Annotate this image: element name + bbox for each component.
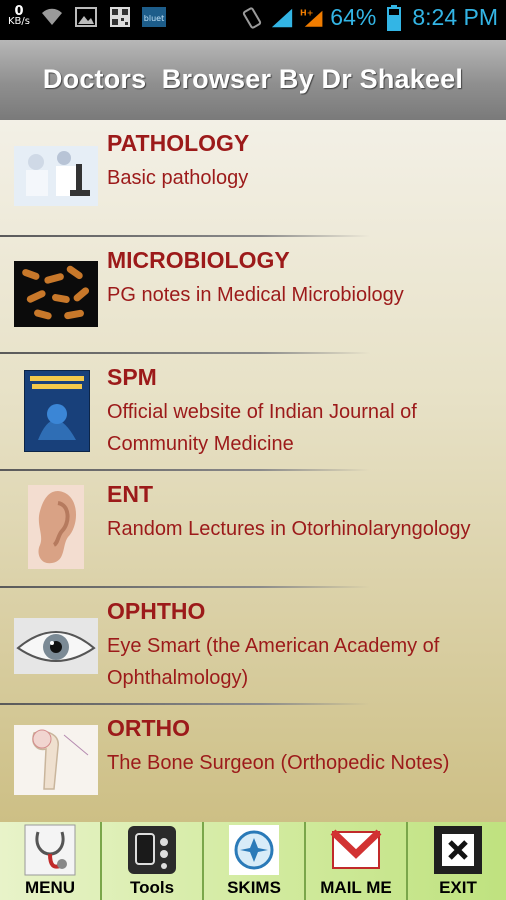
item-subtitle: Eye Smart (the American Academy of Ophth…: [107, 635, 440, 689]
signal-hplus-icon: H+: [300, 7, 324, 29]
exit-button[interactable]: EXIT: [408, 822, 506, 900]
skims-label: SKIMS: [227, 878, 281, 897]
svg-text:H+: H+: [300, 8, 313, 17]
item-title: SPM: [107, 364, 157, 390]
clock-time: 8:24 PM: [412, 4, 498, 30]
item-subtitle: Official website of Indian Journal of Co…: [107, 401, 417, 455]
skims-button[interactable]: SKIMS: [204, 822, 306, 900]
item-subtitle: Random Lectures in Otorhinolaryngology: [107, 518, 471, 540]
phone-tools-icon: [126, 824, 178, 876]
item-title: PATHOLOGY: [107, 130, 250, 156]
item-subtitle: The Bone Surgeon (Orthopedic Notes): [107, 752, 450, 774]
menu-button[interactable]: MENU: [0, 822, 102, 900]
qr-icon: [108, 6, 132, 28]
community-medicine-book-image: [23, 369, 91, 454]
list-item-ortho[interactable]: ORTHO The Bone Surgeon (Orthopedic Notes…: [0, 705, 506, 822]
tools-button[interactable]: Tools: [102, 822, 204, 900]
bluetooth-app-icon: bluet: [142, 6, 166, 28]
bone-xray-image: [14, 725, 98, 797]
list-item-ent[interactable]: ENT Random Lectures in Otorhinolaryngolo…: [0, 471, 506, 588]
battery-icon: [382, 4, 406, 31]
gmail-icon: [330, 824, 382, 876]
microscope-lab-image: [14, 146, 98, 220]
app-title: Doctors Browser By Dr Shakeel: [42, 64, 464, 94]
list-item-pathology[interactable]: PATHOLOGY Basic pathology: [0, 120, 506, 237]
exit-label: EXIT: [439, 878, 477, 897]
mail-me-button[interactable]: MAIL ME: [306, 822, 408, 900]
signal-icon: [270, 7, 294, 29]
mail-me-label: MAIL ME: [320, 878, 392, 897]
item-title: MICROBIOLOGY: [107, 247, 290, 273]
data-speed-indicator: 0 KB/s: [8, 5, 30, 27]
item-subtitle: Basic pathology: [107, 167, 249, 189]
bottom-nav-bar: MENU Tools SKIMS MAIL ME EXIT: [0, 822, 506, 900]
exit-x-icon: [432, 824, 484, 876]
eye-image: [14, 618, 98, 676]
list-item-spm[interactable]: SPM Official website of Indian Journal o…: [0, 354, 506, 471]
battery-percent: 64%: [330, 4, 377, 30]
item-title: OPHTHO: [107, 598, 206, 624]
app-title-bar: Doctors Browser By Dr Shakeel: [0, 40, 506, 120]
stethoscope-icon: [24, 824, 76, 876]
bacteria-image: [14, 261, 98, 335]
menu-label: MENU: [24, 878, 76, 897]
item-subtitle: PG notes in Medical Microbiology: [107, 284, 404, 306]
wifi-icon: [40, 6, 64, 28]
skims-logo-icon: [228, 824, 280, 876]
item-title: ENT: [107, 481, 153, 507]
status-bar: 0 KB/s bluet H+ 64% 8:24 PM: [0, 0, 506, 40]
svg-text:bluet: bluet: [144, 14, 164, 23]
list-item-microbiology[interactable]: MICROBIOLOGY PG notes in Medical Microbi…: [0, 237, 506, 354]
ear-image: [28, 485, 84, 569]
data-speed-unit: KB/s: [8, 16, 30, 27]
subject-list: PATHOLOGY Basic pathology MICROBIOLOGY P…: [0, 120, 506, 822]
tools-label: Tools: [129, 878, 175, 897]
list-item-ophtho[interactable]: OPHTHO Eye Smart (the American Academy o…: [0, 588, 506, 705]
vibrate-icon: [240, 6, 264, 29]
image-icon: [74, 6, 98, 28]
item-title: ORTHO: [107, 715, 191, 741]
